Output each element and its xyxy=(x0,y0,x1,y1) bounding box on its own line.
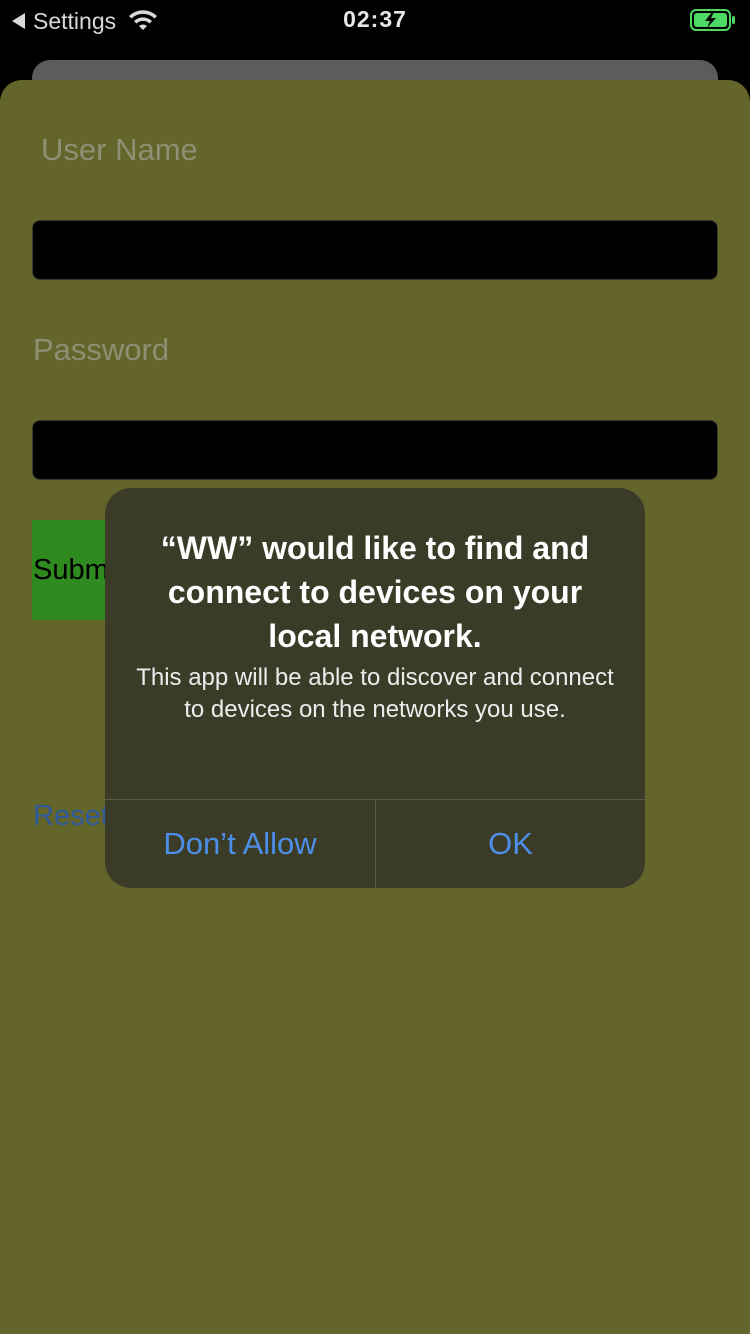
alert-title: “WW” would like to find and connect to d… xyxy=(160,530,590,654)
status-bar: Settings 02:37 xyxy=(0,0,750,40)
ok-button[interactable]: OK xyxy=(376,800,645,888)
reset-link[interactable]: Reset xyxy=(33,800,109,833)
username-label: User Name xyxy=(41,132,198,167)
password-input[interactable] xyxy=(32,420,718,480)
password-label: Password xyxy=(33,332,170,367)
username-input[interactable] xyxy=(32,220,718,280)
local-network-permission-alert: “WW” would like to find and connect to d… xyxy=(105,488,645,888)
dont-allow-button[interactable]: Don’t Allow xyxy=(105,800,375,888)
battery-charging-icon xyxy=(690,9,735,31)
status-time: 02:37 xyxy=(343,6,407,32)
alert-message: This app will be able to discover and co… xyxy=(136,664,614,723)
app-screen: Settings 02:37 User Name Password Submit… xyxy=(0,0,750,1334)
